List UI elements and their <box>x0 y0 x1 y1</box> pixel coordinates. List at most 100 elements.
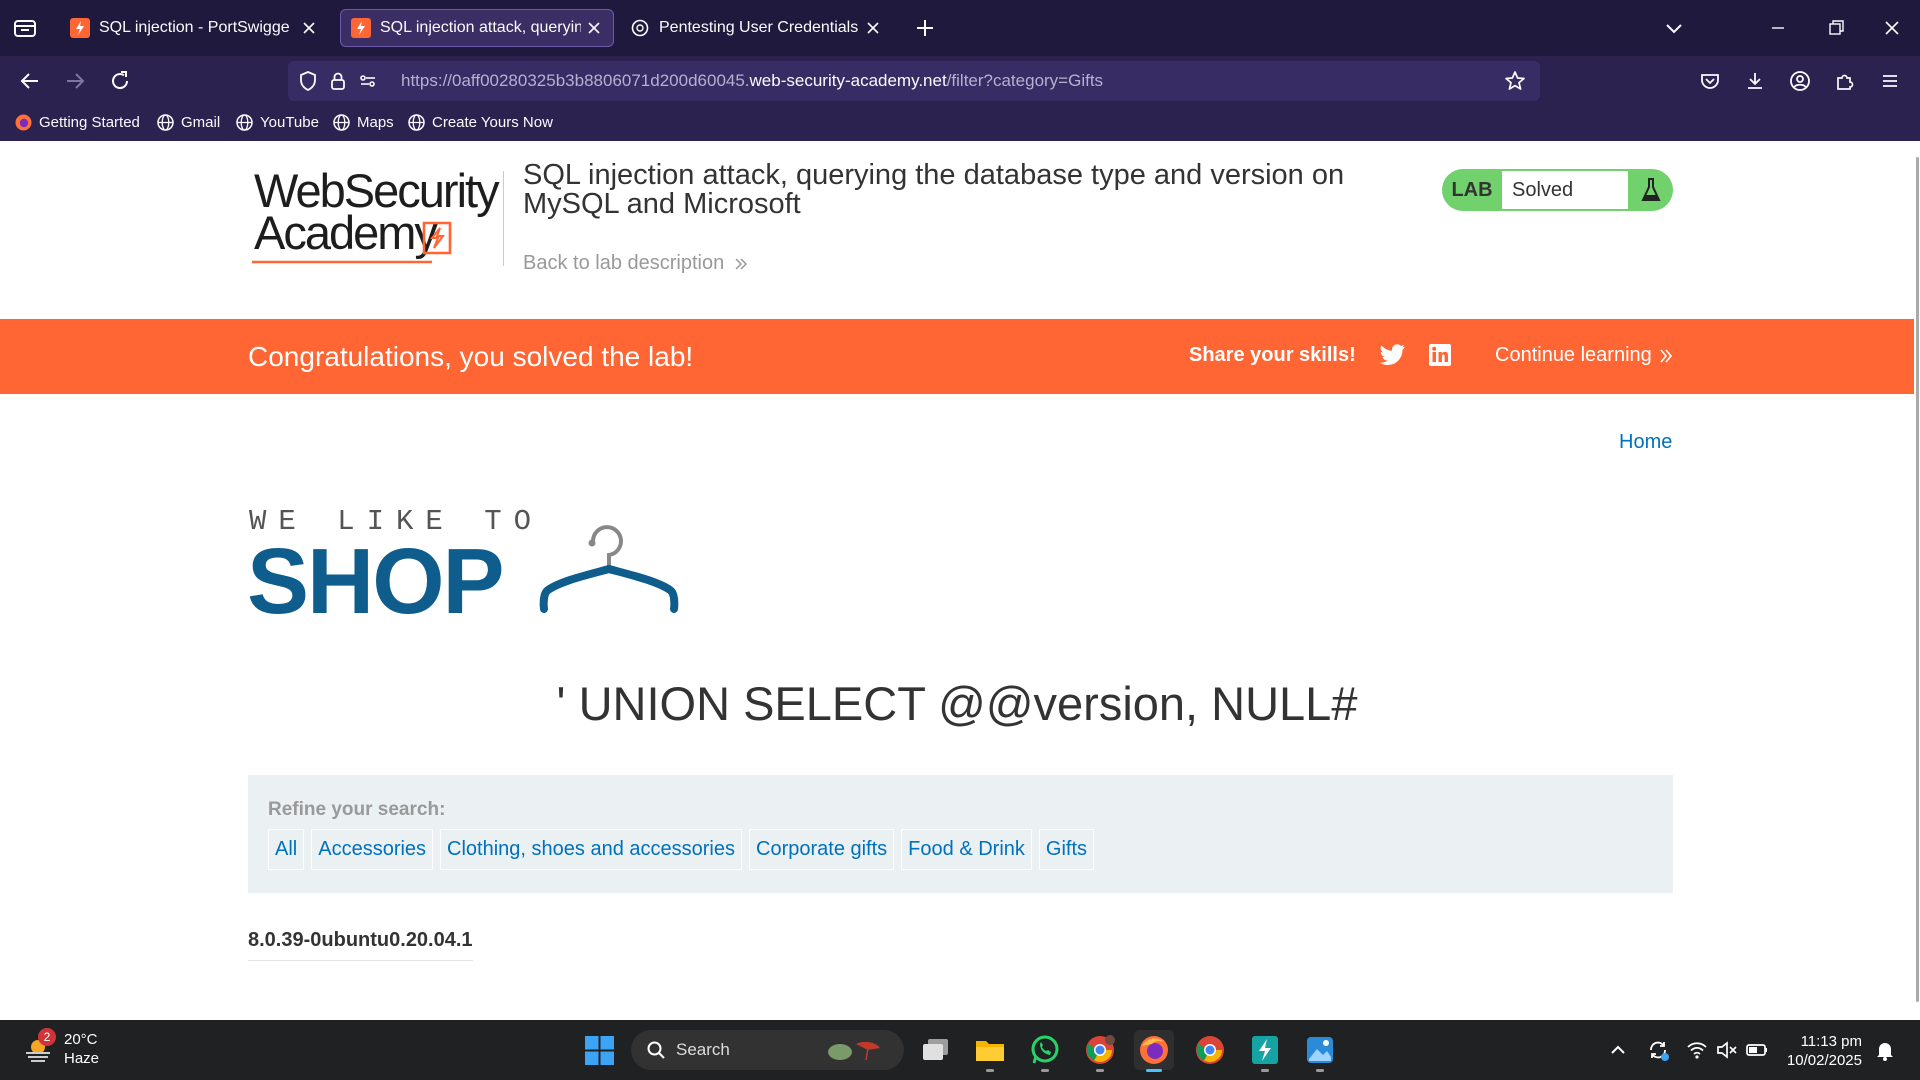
whatsapp-app[interactable] <box>1025 1030 1065 1072</box>
category-clothing[interactable]: Clothing, shoes and accessories <box>440 829 742 870</box>
version-result: 8.0.39-0ubuntu0.20.04.1 <box>248 929 473 961</box>
share-skills-label: Share your skills! <box>1189 344 1356 366</box>
bookmark-label: Getting Started <box>39 114 140 131</box>
close-window-icon[interactable] <box>1878 14 1906 42</box>
search-label: Search <box>676 1040 730 1059</box>
close-tab-icon[interactable] <box>585 19 603 37</box>
restore-icon[interactable] <box>1822 14 1850 42</box>
windows-taskbar: 2 20°C Haze Search 11:13 pm 10/02/2025 <box>0 1020 1920 1080</box>
burp-suite-app[interactable] <box>1245 1030 1285 1072</box>
running-indicator <box>1261 1069 1269 1072</box>
portswigger-icon <box>351 18 371 38</box>
forward-arrow-icon[interactable] <box>62 68 88 94</box>
whatsapp-icon <box>1031 1035 1059 1064</box>
pocket-icon[interactable] <box>1697 68 1723 94</box>
weather-notification-badge: 2 <box>38 1028 56 1046</box>
chevron-down-icon[interactable] <box>1662 16 1686 40</box>
file-explorer-app[interactable] <box>970 1030 1010 1072</box>
search-results-heading: ' UNION SELECT @@version, NULL# <box>556 677 1358 730</box>
lab-status-text: Solved <box>1502 171 1628 209</box>
chrome-app[interactable] <box>1190 1030 1230 1070</box>
chatgpt-icon <box>630 18 650 38</box>
minimize-icon[interactable] <box>1764 14 1792 42</box>
firefox-app[interactable] <box>1134 1030 1174 1072</box>
close-tab-icon[interactable] <box>300 19 318 37</box>
tab-sql-injection[interactable]: SQL injection - PortSwigger <box>60 9 328 47</box>
category-gifts[interactable]: Gifts <box>1038 829 1095 870</box>
volume-muted-icon[interactable] <box>1715 1038 1739 1062</box>
weather-widget[interactable]: 2 20°C Haze <box>22 1028 100 1068</box>
category-corporate-gifts[interactable]: Corporate gifts <box>749 829 895 870</box>
firefox-view-icon[interactable] <box>12 16 38 40</box>
task-view-icon <box>923 1039 948 1060</box>
chrome-profile-app[interactable] <box>1080 1030 1120 1072</box>
url-text[interactable]: https://0aff00280325b3b8806071d200d60045… <box>401 71 1103 91</box>
bookmark-gmail[interactable]: Gmail <box>156 113 220 132</box>
windows-start-icon[interactable] <box>585 1036 614 1065</box>
folder-icon <box>976 1041 1004 1061</box>
category-all[interactable]: All <box>268 829 305 870</box>
bookmark-maps[interactable]: Maps <box>332 113 394 132</box>
new-tab-icon[interactable] <box>912 15 938 41</box>
back-link-label: Back to lab description <box>523 252 725 274</box>
clothes-hanger-icon <box>539 525 679 613</box>
shield-icon[interactable] <box>296 69 320 93</box>
bookmark-getting-started[interactable]: Getting Started <box>14 113 140 132</box>
refine-search-panel: Refine your search: All Accessories Clot… <box>248 775 1673 893</box>
tab-pentesting[interactable]: Pentesting User Credentials Ret <box>620 9 892 47</box>
system-clock[interactable]: 11:13 pm 10/02/2025 <box>1782 1032 1862 1070</box>
burp-suite-icon <box>1252 1036 1278 1064</box>
bookmark-star-icon[interactable] <box>1503 69 1527 93</box>
address-bar[interactable]: https://0aff00280325b3b8806071d200d60045… <box>288 61 1540 101</box>
back-arrow-icon[interactable] <box>17 68 43 94</box>
refine-search-label: Refine your search: <box>268 799 446 820</box>
academy-bolt-icon <box>422 221 452 255</box>
bookmark-youtube[interactable]: YouTube <box>235 113 319 132</box>
extensions-icon[interactable] <box>1832 68 1858 94</box>
home-link[interactable]: Home <box>1619 431 1672 454</box>
close-tab-icon[interactable] <box>864 19 882 37</box>
tab-title: Pentesting User Credentials Ret <box>659 19 860 36</box>
chevron-up-icon[interactable] <box>1606 1038 1630 1062</box>
bookmark-label: Create Yours Now <box>432 114 553 131</box>
category-accessories[interactable]: Accessories <box>311 829 434 870</box>
account-icon[interactable] <box>1787 68 1813 94</box>
sync-icon[interactable] <box>1646 1038 1670 1062</box>
bookmark-create-yours-now[interactable]: Create Yours Now <box>407 113 553 132</box>
chrome-icon <box>1196 1036 1224 1064</box>
continue-learning-link[interactable]: Continue learning <box>1495 344 1674 367</box>
category-food-drink[interactable]: Food & Drink <box>901 829 1032 870</box>
tab-sql-injection-attack[interactable]: SQL injection attack, querying the <box>340 9 614 47</box>
running-indicator <box>1096 1069 1104 1072</box>
clock-date: 10/02/2025 <box>1786 1052 1862 1069</box>
url-prefix: https://0aff00280325b3b8806071d200d60045… <box>401 71 750 90</box>
photos-app[interactable] <box>1300 1030 1340 1072</box>
wifi-icon[interactable] <box>1685 1038 1709 1062</box>
back-to-lab-description-link[interactable]: Back to lab description <box>523 252 749 275</box>
web-security-academy-logo[interactable]: WebSecurity Academy <box>250 167 500 267</box>
flask-icon <box>1628 177 1673 203</box>
weather-description: Haze <box>64 1050 100 1067</box>
taskbar-search[interactable]: Search <box>631 1030 904 1070</box>
scrollbar-thumb[interactable] <box>1916 157 1919 1002</box>
twitter-icon[interactable] <box>1380 343 1406 367</box>
tab-title: SQL injection attack, querying the <box>380 19 581 36</box>
weather-temperature: 20°C <box>64 1031 98 1048</box>
linkedin-icon[interactable] <box>1428 343 1452 367</box>
bookmark-label: Maps <box>357 114 394 131</box>
battery-icon[interactable] <box>1745 1038 1769 1062</box>
shop-logo-word: SHOP <box>247 529 505 633</box>
logo-line-2: Academy <box>254 206 438 259</box>
menu-icon[interactable] <box>1877 68 1903 94</box>
task-view-app[interactable] <box>916 1030 956 1070</box>
we-like-to-shop-logo: WE LIKE TO SHOP <box>247 505 687 635</box>
globe-icon <box>408 114 425 131</box>
permissions-icon[interactable] <box>356 69 380 93</box>
notification-bell-icon[interactable] <box>1873 1038 1897 1062</box>
lock-icon[interactable] <box>326 69 350 93</box>
url-path: /filter?category=Gifts <box>946 71 1104 90</box>
clock-time: 11:13 pm <box>1800 1033 1862 1050</box>
page-scrollbar[interactable] <box>1914 141 1920 1020</box>
download-icon[interactable] <box>1742 68 1768 94</box>
reload-icon[interactable] <box>107 68 133 94</box>
